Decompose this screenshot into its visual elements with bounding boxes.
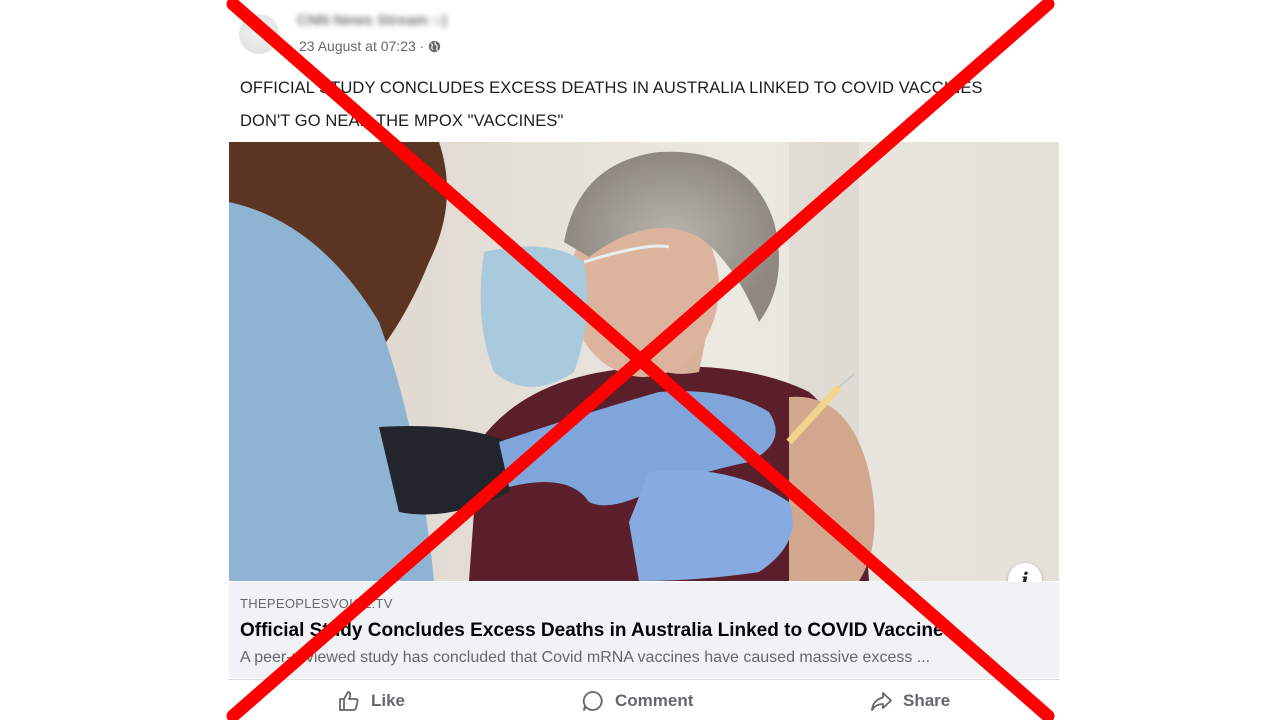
post-text-line: OFFICIAL STUDY CONCLUDES EXCESS DEATHS I…	[240, 79, 983, 97]
comment-label: Comment	[615, 691, 694, 710]
share-button[interactable]: Share	[869, 686, 950, 716]
link-preview[interactable]: THEPEOPLESVOICE.TV Official Study Conclu…	[229, 582, 1059, 678]
link-title[interactable]: Official Study Concludes Excess Deaths i…	[240, 620, 954, 642]
post-text-line: DON'T GO NEAR THE MPOX "VACCINES"	[240, 112, 564, 130]
link-domain: THEPEOPLESVOICE.TV	[240, 596, 393, 611]
share-arrow-icon	[871, 692, 892, 711]
avatar[interactable]	[239, 14, 279, 54]
thumbs-up-icon	[339, 691, 359, 711]
vaccination-photo	[229, 142, 1059, 581]
post-text: OFFICIAL STUDY CONCLUDES EXCESS DEATHS I…	[240, 72, 1040, 138]
post-author[interactable]: CNN News Stream :-)	[297, 12, 447, 29]
facebook-post: CNN News Stream :-) 23 August at 07:23 ·…	[229, 0, 1059, 720]
comment-button[interactable]: Comment	[581, 686, 693, 716]
share-label: Share	[903, 691, 951, 710]
post-actions: Like Comment Share	[229, 679, 1059, 721]
post-image[interactable]	[229, 142, 1059, 581]
link-description: A peer-reviewed study has concluded that…	[240, 649, 931, 666]
post-meta: 23 August at 07:23 ·	[299, 38, 441, 54]
like-label: Like	[371, 691, 406, 710]
globe-icon	[429, 40, 441, 52]
like-button[interactable]: Like	[337, 686, 405, 716]
speech-bubble-icon	[582, 691, 603, 711]
post-timestamp[interactable]: 23 August at 07:23 ·	[299, 38, 424, 54]
